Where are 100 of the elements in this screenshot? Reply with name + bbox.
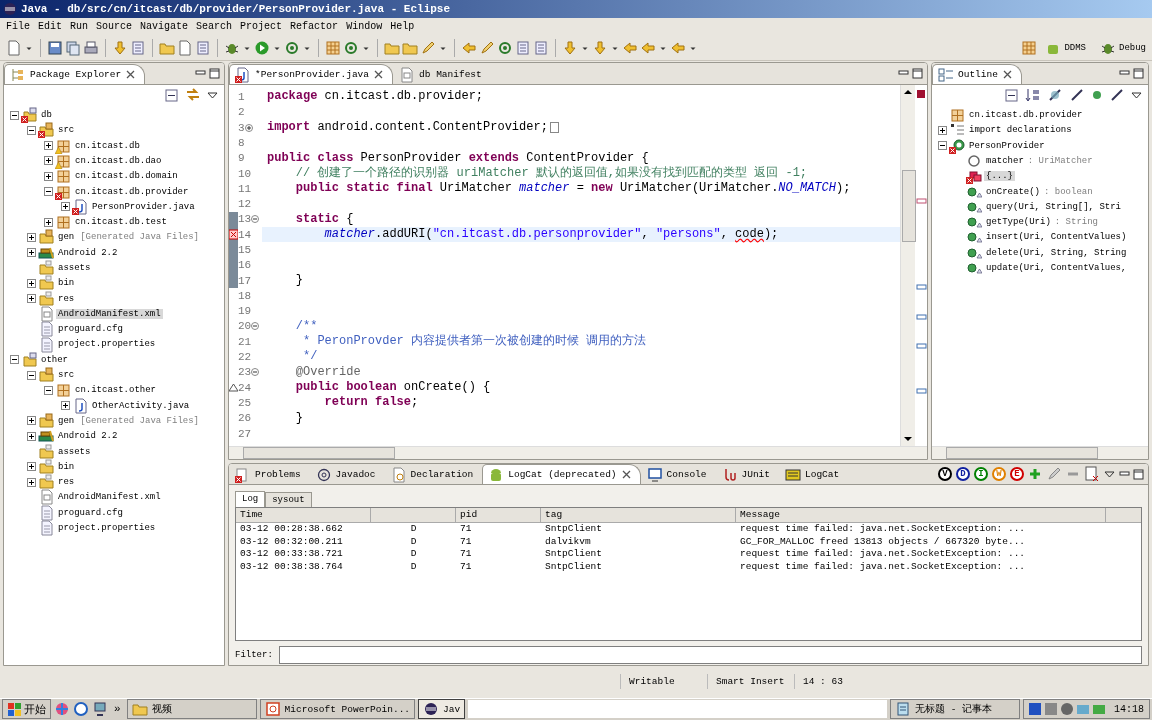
view-menu-icon[interactable] [1104,470,1115,479]
tree-item[interactable]: cn.itcast.other [73,385,158,396]
clear-log-icon[interactable] [1084,466,1100,483]
log-tab[interactable]: sysout [265,492,312,508]
pen-icon[interactable] [479,39,495,56]
tree-item[interactable]: bin [56,461,77,472]
editor-tab[interactable]: db Manifest [393,64,491,85]
collapse-toggle[interactable] [27,125,36,135]
tree-item[interactable]: AndroidManifest.xml [56,308,163,319]
tree-item[interactable]: update(Uri, ContentValues, [984,263,1129,273]
log-tab[interactable]: Log [235,491,266,508]
maximize-icon[interactable] [912,68,923,80]
taskbar-button[interactable]: 视频 [126,699,257,720]
column-header[interactable]: pid [456,508,541,523]
perspective-button[interactable]: Debug [1094,36,1152,59]
expand-toggle[interactable] [27,248,36,258]
tree-item[interactable]: proguard.cfg [56,324,125,335]
target-icon[interactable] [343,39,359,56]
tree-item[interactable]: getType(Uri) [984,217,1053,228]
tree-item[interactable]: res [56,293,77,304]
log-level-button[interactable]: D [956,467,970,482]
expand-toggle[interactable] [27,294,36,304]
view-tab[interactable]: Outline [932,64,1022,85]
column-header[interactable]: Message [736,508,1106,523]
arrow-down-icon[interactable] [592,39,608,56]
expand-toggle[interactable] [27,416,36,426]
collapse-toggle[interactable] [27,370,36,380]
expand-toggle[interactable] [27,278,36,288]
collapse-all-icon[interactable] [164,87,179,103]
collapse-all-icon[interactable] [1004,87,1019,103]
expand-toggle[interactable] [44,156,53,166]
sort-icon[interactable] [1025,87,1041,104]
scroll-thumb[interactable] [243,447,395,460]
menu-item[interactable]: File [2,20,34,32]
menu-item[interactable]: Run [66,20,93,32]
play-icon[interactable] [254,39,270,56]
perspective-button[interactable]: DDMS [1039,36,1092,59]
view-tab[interactable]: Declaration [384,464,483,485]
expand-toggle[interactable] [27,477,36,487]
expand-fold-icon[interactable] [244,123,253,132]
collapse-fold-icon[interactable] [251,322,260,331]
tree-item[interactable]: res [56,477,77,488]
expand-toggle[interactable] [44,171,53,181]
arrow-down-icon[interactable] [562,39,578,56]
tree-item[interactable]: AndroidManifest.xml [56,492,163,503]
editor-tab[interactable]: *PersonProvider.java [229,64,394,85]
browser-icon[interactable] [73,701,89,718]
tree-item[interactable]: Android 2.2 [56,247,120,258]
collapse-toggle[interactable] [44,385,53,395]
arrow-down-icon[interactable] [112,39,128,56]
collapse-toggle[interactable] [10,110,19,120]
more-chevron[interactable]: » [111,703,124,716]
pinwheel-icon[interactable] [54,701,70,718]
taskbar-button[interactable]: Microsoft PowerPoin... [259,699,416,720]
expand-toggle[interactable] [27,431,36,441]
tree-item[interactable]: proguard.cfg [56,507,125,518]
scroll-thumb[interactable] [902,169,916,242]
target-icon[interactable] [284,39,300,56]
start-button[interactable]: 开始 [2,699,51,720]
page-icon[interactable] [177,39,193,56]
tree-item[interactable]: cn.itcast.db.dao [73,155,164,166]
taskbar-button[interactable]: 无标题 - 记事本 [890,699,1020,720]
tree-item[interactable]: db [39,110,54,121]
tree-item[interactable]: query(Uri, String[], Stri [984,201,1124,212]
expand-toggle[interactable] [44,217,53,227]
pen-icon[interactable] [1046,466,1062,483]
tree-item[interactable]: cn.itcast.db.domain [73,171,180,182]
tree-item[interactable]: assets [56,263,93,273]
expand-toggle[interactable] [27,232,36,242]
menu-item[interactable]: Project [236,20,287,32]
tree-item[interactable]: cn.itcast.db.provider [967,110,1085,121]
view-tab[interactable]: LogCat (deprecated) [482,464,641,485]
expand-toggle[interactable] [61,401,70,411]
expand-toggle[interactable] [938,125,947,135]
tree-item[interactable]: src [56,370,77,381]
tree-item[interactable]: onCreate() [984,186,1042,197]
menu-item[interactable]: Help [386,20,419,32]
pen-icon[interactable] [420,39,436,56]
tree-item[interactable]: gen [56,415,77,426]
view-tab[interactable]: LogCat [779,464,849,485]
arrow-left-icon[interactable] [622,39,638,56]
view-menu-icon[interactable] [1131,91,1142,100]
tree-item[interactable]: delete(Uri, String, String [984,247,1129,258]
view-tab[interactable]: Javadoc [309,464,385,485]
tree-item[interactable]: PersonProvider [967,140,1047,151]
close-icon[interactable] [1001,69,1013,81]
tree-item[interactable]: cn.itcast.db.test [73,217,169,228]
collapse-toggle[interactable] [44,187,53,196]
tree-item[interactable]: gen [56,232,77,243]
column-header[interactable]: tag [541,508,736,523]
tree-item[interactable]: import declarations [967,125,1074,136]
horizontal-scrollbar[interactable] [932,446,1148,460]
tree-item[interactable]: insert(Uri, ContentValues) [984,232,1129,243]
menu-item[interactable]: Source [92,20,137,32]
computer-icon[interactable] [92,701,108,718]
collapse-fold-icon[interactable] [251,215,260,224]
menu-item[interactable]: Refactor [286,20,343,32]
close-icon[interactable] [620,469,632,481]
expand-toggle[interactable] [61,202,70,212]
tree-item[interactable]: Android 2.2 [56,431,120,442]
